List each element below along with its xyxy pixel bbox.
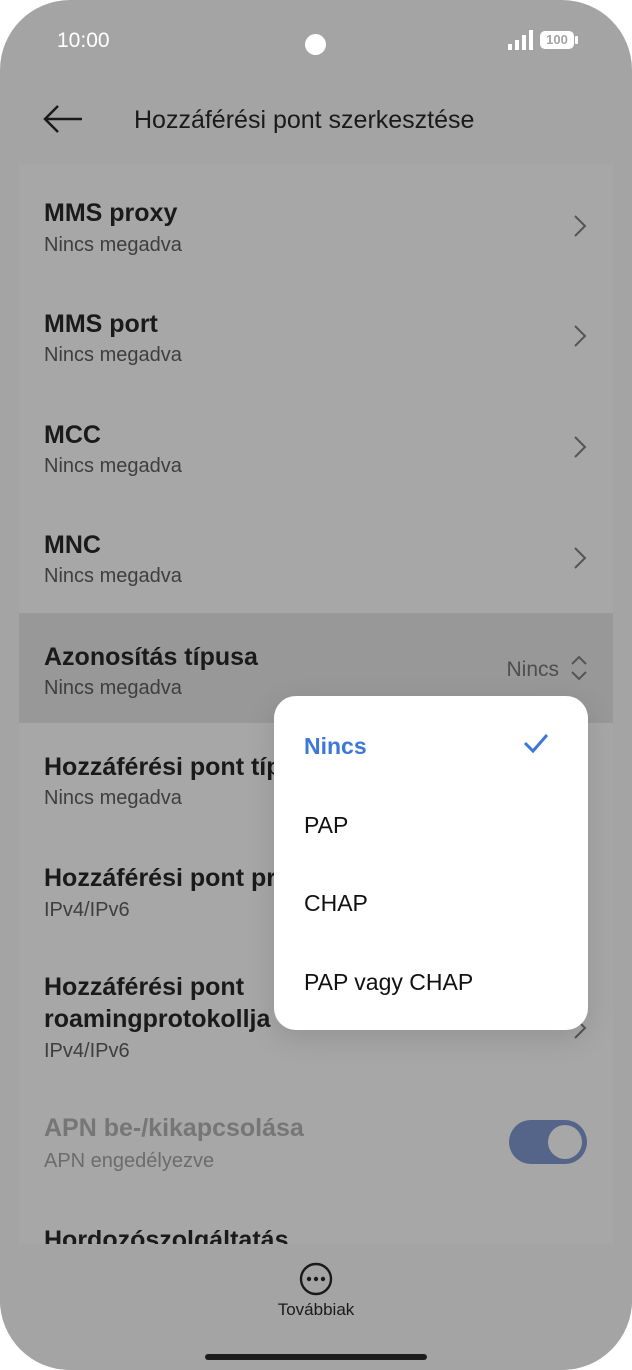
row-mms-proxy[interactable]: MMS proxy Nincs megadva (19, 164, 613, 274)
arrow-left-icon[interactable] (42, 103, 84, 135)
option-nincs[interactable]: Nincs (304, 733, 367, 760)
row-mms-port[interactable]: MMS port Nincs megadva (19, 274, 613, 385)
phone-screen: 10:00 100 Hozzáférési pont szerkesztése … (0, 0, 632, 1370)
signal-icon (508, 30, 533, 50)
chevron-right-icon (574, 436, 587, 458)
home-indicator[interactable] (205, 1354, 427, 1360)
auth-type-dropdown: Nincs PAP CHAP PAP vagy CHAP (274, 696, 588, 1030)
row-title: Azonosítás típusa (44, 643, 258, 671)
row-subtitle: Nincs megadva (44, 344, 182, 366)
option-chap[interactable]: CHAP (304, 890, 368, 917)
battery-tip (575, 36, 578, 44)
row-title: Hozzáférési pont típ (44, 753, 282, 781)
row-subtitle: Nincs megadva (44, 677, 182, 699)
row-title: MNC (44, 531, 101, 559)
row-subtitle: Nincs megadva (44, 455, 182, 477)
row-title-line1: Hozzáférési pont (44, 973, 245, 1001)
row-mcc[interactable]: MCC Nincs megadva (19, 385, 613, 495)
chevron-right-icon (574, 325, 587, 347)
more-button-label[interactable]: Továbbiak (0, 1300, 632, 1320)
row-title: Hordozószolgáltatás (44, 1226, 289, 1244)
status-time: 10:00 (57, 29, 110, 52)
option-pap[interactable]: PAP (304, 812, 348, 839)
toggle-knob (548, 1125, 582, 1159)
check-icon (523, 734, 549, 754)
chevron-updown-icon (571, 655, 587, 681)
option-pap-or-chap[interactable]: PAP vagy CHAP (304, 969, 473, 996)
row-title: MMS proxy (44, 199, 178, 227)
row-subtitle: Nincs megadva (44, 234, 182, 256)
battery-icon: 100 (540, 31, 574, 49)
row-title: APN be-/kikapcsolása (44, 1114, 304, 1142)
apn-enable-toggle[interactable] (509, 1120, 587, 1164)
row-apn-toggle: APN be-/kikapcsolása APN engedélyezve (19, 1094, 613, 1214)
row-title: MCC (44, 421, 101, 449)
more-horizontal-icon[interactable] (298, 1261, 334, 1297)
page-title: Hozzáférési pont szerkesztése (134, 106, 475, 134)
row-title: Hozzáférési pont pr (44, 864, 276, 892)
auth-type-value: Nincs (506, 658, 559, 681)
chevron-right-icon (574, 547, 587, 569)
row-title-line2: roamingprotokollja (44, 1005, 271, 1033)
row-subtitle: Nincs megadva (44, 787, 182, 809)
row-subtitle: Nincs megadva (44, 565, 182, 587)
chevron-right-icon (574, 215, 587, 237)
row-subtitle: APN engedélyezve (44, 1150, 215, 1172)
camera-cutout (305, 34, 326, 55)
row-subtitle: IPv4/IPv6 (44, 899, 130, 921)
row-bearer[interactable]: Hordozószolgáltatás (19, 1214, 613, 1244)
row-title: MMS port (44, 310, 158, 338)
row-subtitle: IPv4/IPv6 (44, 1040, 130, 1062)
row-mnc[interactable]: MNC Nincs megadva (19, 495, 613, 613)
